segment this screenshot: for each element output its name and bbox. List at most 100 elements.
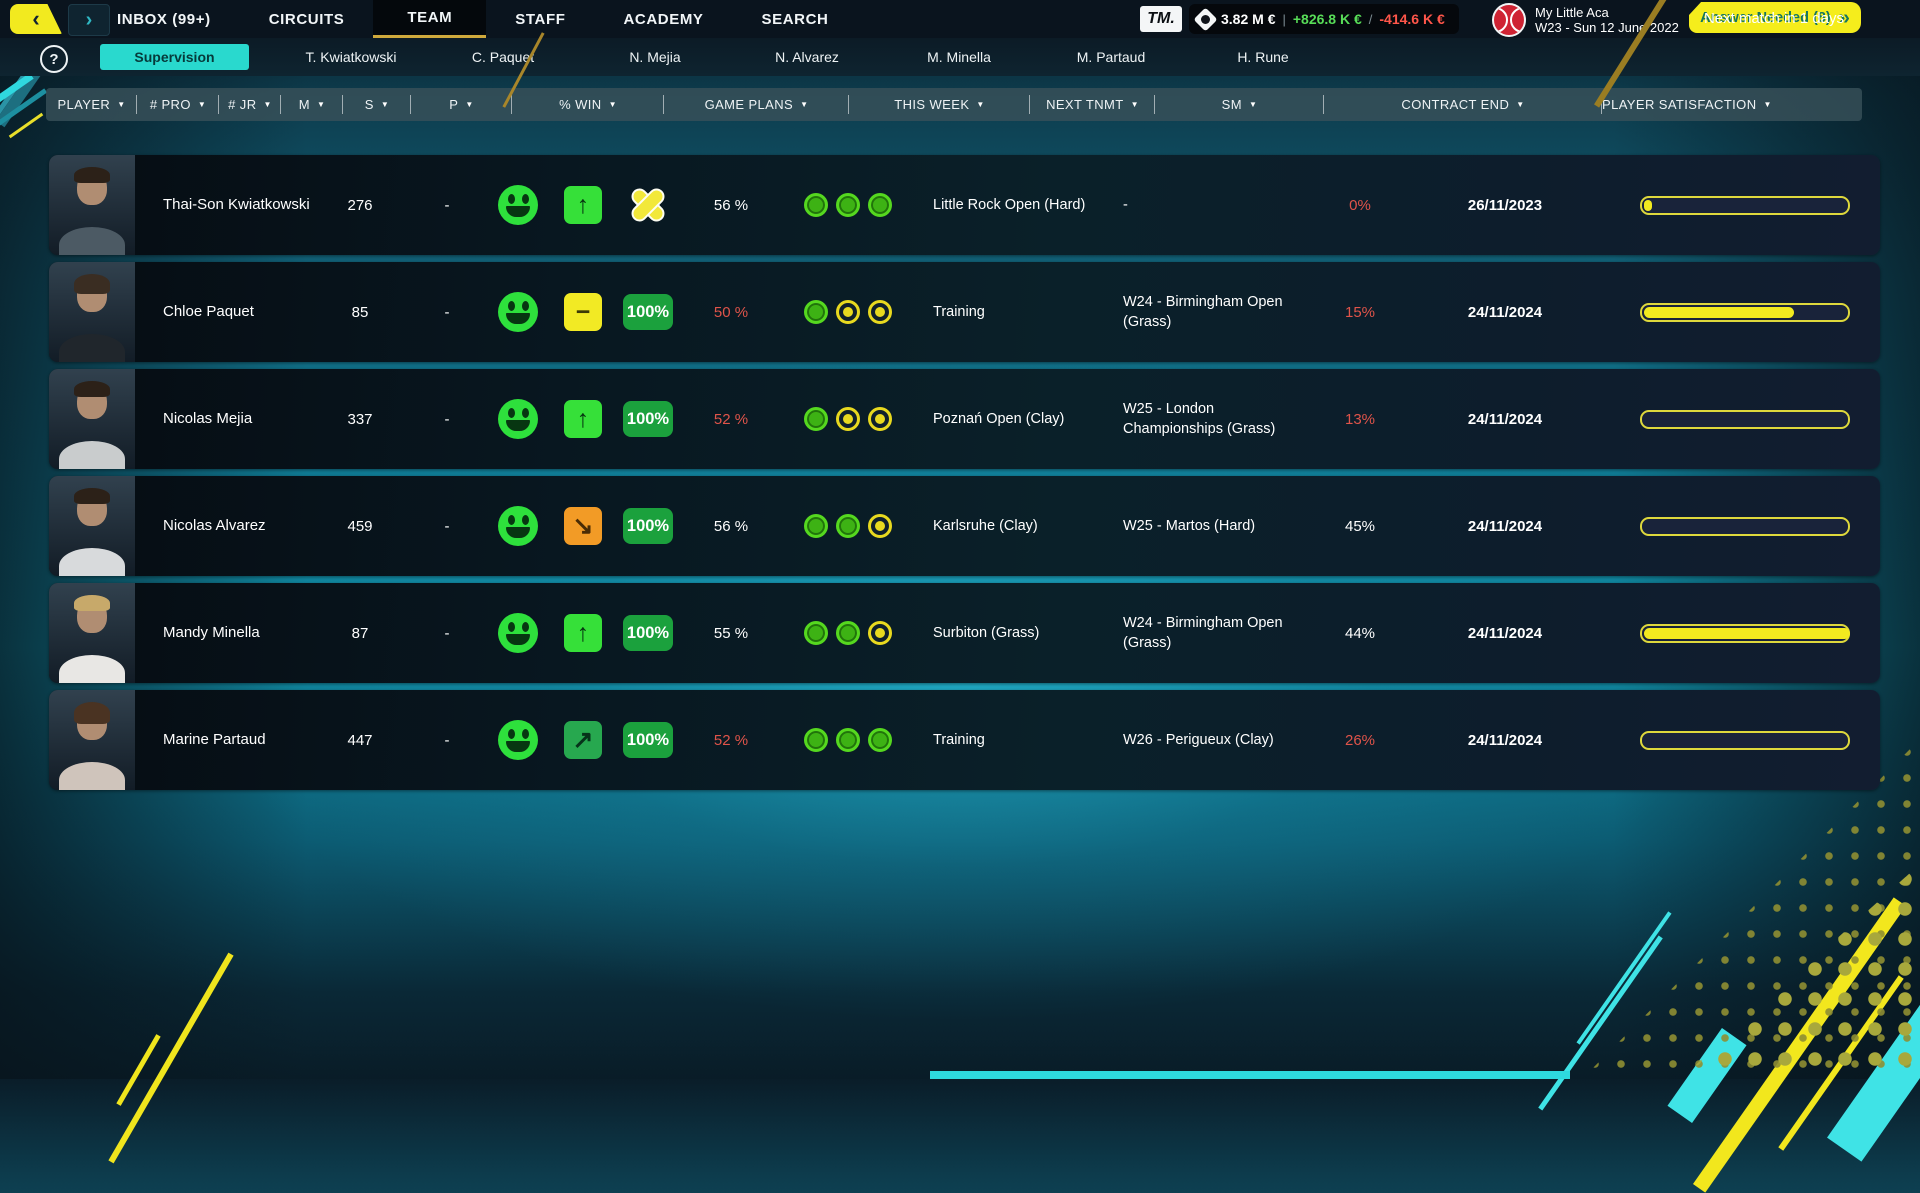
pro-ranking: 459 — [310, 476, 410, 576]
player-tabs: Supervision T. Kwiatkowski C. Paquet N. … — [100, 38, 1339, 76]
sort-caret-icon: ▼ — [1516, 100, 1524, 109]
player-tab[interactable]: N. Mejia — [579, 45, 731, 69]
nav-item[interactable]: CIRCUITS — [240, 0, 374, 38]
avatar-body — [59, 655, 125, 683]
column-label: NEXT TNMT — [1046, 97, 1124, 112]
player-tab[interactable]: H. Rune — [1187, 45, 1339, 69]
column-header[interactable]: PLAYER ▼ — [46, 88, 137, 121]
deco-halftone-dots-large — [1620, 864, 1920, 1079]
form-trend-icon: − — [564, 293, 602, 331]
sort-caret-icon: ▼ — [609, 100, 617, 109]
game-plan-yellow-dot-icon — [868, 514, 892, 538]
nav-item[interactable]: TEAM — [373, 0, 486, 38]
player-name: Nicolas Alvarez — [135, 476, 310, 576]
win-percentage: 50 % — [682, 262, 780, 362]
column-header[interactable]: THIS WEEK ▼ — [849, 88, 1030, 121]
pro-ranking: 276 — [310, 155, 410, 255]
game-plans-indicators — [780, 262, 915, 362]
sm-percentage: 44% — [1320, 583, 1400, 683]
satisfaction-bar — [1640, 196, 1850, 215]
finance-badge[interactable]: 3.82 M € | +826.8 K € / -414.6 K € — [1189, 4, 1459, 34]
chevron-left-icon: ‹ — [32, 5, 39, 33]
physical-state-icon: 100% — [623, 401, 673, 437]
player-row[interactable]: Thai-Son Kwiatkowski 276 - ↑ 56 % Little… — [49, 155, 1880, 255]
sub-bar: ? Supervision T. Kwiatkowski C. Paquet N… — [0, 38, 1920, 76]
game-plan-yellow-dot-icon — [868, 621, 892, 645]
player-row[interactable]: Chloe Paquet 85 - − 100% 50 % Training W… — [49, 262, 1880, 362]
nav-item[interactable]: ACADEMY — [594, 0, 732, 38]
academy-info[interactable]: My Little Aca W23 - Sun 12 June 2022 — [1492, 3, 1679, 37]
contract-end-date: 26/11/2023 — [1400, 155, 1610, 255]
sort-caret-icon: ▼ — [381, 100, 389, 109]
satisfaction-bar-fill — [1644, 307, 1794, 318]
column-header[interactable]: PLAYER SATISFACTION ▼ — [1602, 88, 1772, 121]
player-name: Marine Partaud — [135, 690, 310, 790]
sort-caret-icon: ▼ — [1131, 100, 1139, 109]
this-week-activity: Surbiton (Grass) — [915, 583, 1115, 683]
deco-stripe — [1538, 936, 1663, 1111]
column-header[interactable]: P ▼ — [411, 88, 512, 121]
sort-caret-icon: ▼ — [198, 100, 206, 109]
column-header[interactable]: GAME PLANS ▼ — [664, 88, 849, 121]
game-plan-green-filled-icon — [804, 514, 828, 538]
happy-smiley-icon — [498, 399, 538, 439]
player-tab[interactable]: Supervision — [100, 44, 249, 70]
nav-item[interactable]: INBOX (99+) — [88, 0, 240, 38]
physical-state-icon — [627, 184, 669, 226]
player-tab[interactable]: C. Paquet — [427, 45, 579, 69]
player-row[interactable]: Nicolas Mejia 337 - ↑ 100% 52 % Poznań O… — [49, 369, 1880, 469]
sort-caret-icon: ▼ — [117, 100, 125, 109]
avatar-body — [59, 441, 125, 469]
player-row[interactable]: Nicolas Alvarez 459 - ↘ 100% 56 % Karlsr… — [49, 476, 1880, 576]
game-plan-yellow-dot-icon — [868, 407, 892, 431]
game-plan-green-filled-icon — [868, 193, 892, 217]
player-tab[interactable]: T. Kwiatkowski — [275, 45, 427, 69]
this-week-activity: Poznań Open (Clay) — [915, 369, 1115, 469]
player-tab[interactable]: M. Minella — [883, 45, 1035, 69]
player-row[interactable]: Marine Partaud 447 - ↗ 100% 52 % Trainin… — [49, 690, 1880, 790]
column-label: % WIN — [559, 97, 601, 112]
shape-cell: − — [552, 262, 614, 362]
help-button[interactable]: ? — [40, 45, 68, 73]
junior-ranking: - — [410, 690, 484, 790]
column-header[interactable]: NEXT TNMT ▼ — [1030, 88, 1155, 121]
happy-smiley-icon — [498, 613, 538, 653]
back-button[interactable]: ‹ — [10, 4, 62, 34]
nav-item[interactable]: SEARCH — [733, 0, 858, 38]
satisfaction-cell — [1610, 155, 1880, 255]
column-header[interactable]: M ▼ — [281, 88, 343, 121]
current-week-date: W23 - Sun 12 June 2022 — [1535, 20, 1679, 35]
game-plan-green-filled-icon — [836, 621, 860, 645]
win-percentage: 52 % — [682, 369, 780, 469]
game-plans-indicators — [780, 583, 915, 683]
player-avatar — [49, 690, 135, 790]
column-header[interactable]: # JR ▼ — [219, 88, 281, 121]
satisfaction-bar — [1640, 517, 1850, 536]
physical-state-icon: 100% — [623, 508, 673, 544]
morale-cell — [484, 155, 552, 255]
sort-caret-icon: ▼ — [800, 100, 808, 109]
player-avatar — [49, 155, 135, 255]
game-plan-green-filled-icon — [836, 193, 860, 217]
physical-state-icon: 100% — [623, 615, 673, 651]
sort-caret-icon: ▼ — [1764, 100, 1772, 109]
physical-cell: 100% — [614, 583, 682, 683]
happy-smiley-icon — [498, 506, 538, 546]
deco-stripe — [9, 113, 43, 138]
morale-cell — [484, 476, 552, 576]
column-header[interactable]: % WIN ▼ — [512, 88, 664, 121]
column-header[interactable]: SM ▼ — [1155, 88, 1324, 121]
physical-state-icon: 100% — [623, 294, 673, 330]
nav-item[interactable]: STAFF — [486, 0, 594, 38]
next-tournament: W25 - Martos (Hard) — [1115, 476, 1320, 576]
column-header[interactable]: S ▼ — [343, 88, 411, 121]
player-tab[interactable]: M. Partaud — [1035, 45, 1187, 69]
form-trend-icon: ↘ — [564, 507, 602, 545]
player-tab[interactable]: N. Alvarez — [731, 45, 883, 69]
column-header[interactable]: CONTRACT END ▼ — [1324, 88, 1602, 121]
deco-stripe — [116, 1034, 160, 1106]
player-row[interactable]: Mandy Minella 87 - ↑ 100% 55 % Surbiton … — [49, 583, 1880, 683]
column-header[interactable]: # PRO ▼ — [137, 88, 219, 121]
satisfaction-bar — [1640, 303, 1850, 322]
deco-stripe — [1693, 897, 1906, 1192]
